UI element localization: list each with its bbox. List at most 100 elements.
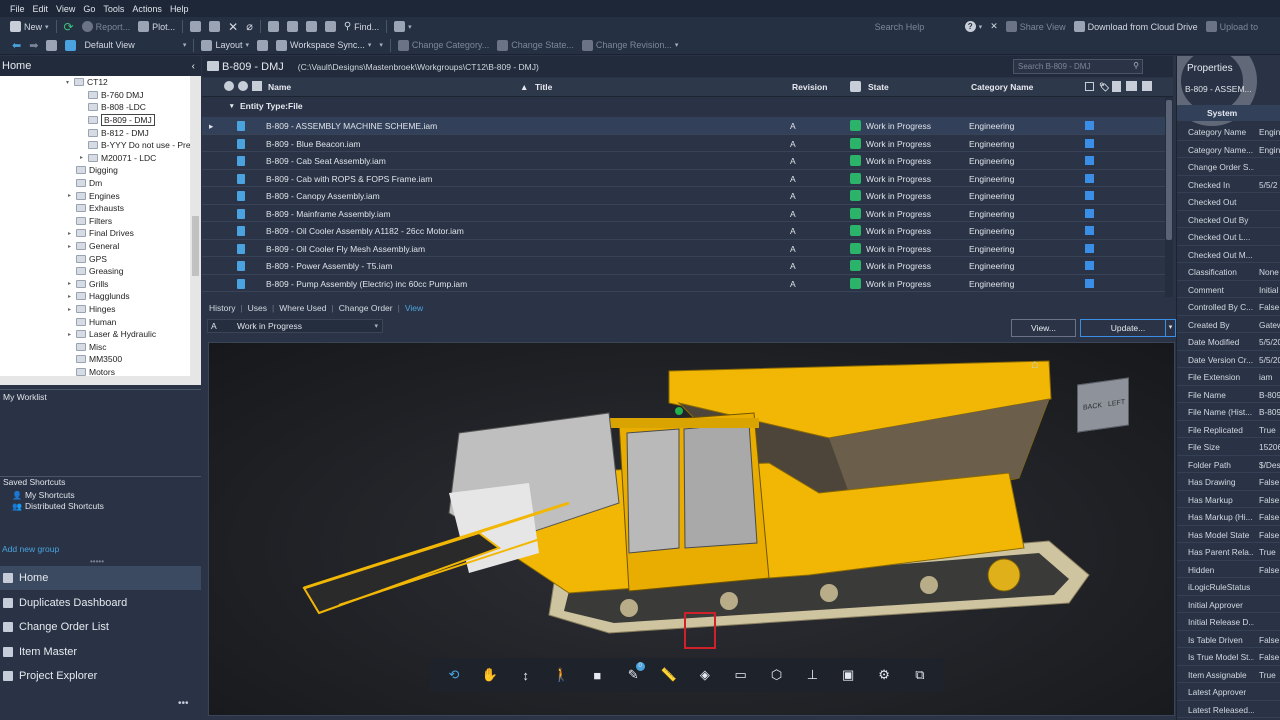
tree-item[interactable]: ▸ Laser & Hydraulic <box>66 328 156 341</box>
model-browser-button[interactable]: ⬡ <box>769 667 784 683</box>
close-search-button[interactable]: ✕ <box>986 21 1002 32</box>
tree-hscrollbar[interactable] <box>0 376 201 385</box>
table-row[interactable]: B-809 - Oil Cooler Assembly A1182 - 26cc… <box>202 222 1165 240</box>
tree-item[interactable]: MM3500 <box>66 353 122 366</box>
section-header[interactable]: System <box>1177 105 1280 121</box>
tree-item[interactable]: Greasing <box>66 265 124 278</box>
nav-project-explorer[interactable]: Project Explorer <box>0 664 201 688</box>
pan-button[interactable]: ✋ <box>482 667 498 683</box>
replace-button[interactable] <box>321 21 340 32</box>
table-row[interactable]: B-809 - Pump Assembly (Electric) inc 60c… <box>202 275 1165 292</box>
tab-view[interactable]: View <box>405 303 423 313</box>
menu-help[interactable]: Help <box>170 4 189 14</box>
change-state-button[interactable]: Change State... <box>493 39 578 51</box>
tree-item[interactable]: ▸ Grills <box>66 278 108 291</box>
chevron-down-icon[interactable]: ▾ <box>1165 320 1175 336</box>
tree-item[interactable]: ▸ Engines <box>66 189 120 202</box>
settings-button[interactable]: ⚙ <box>877 667 892 683</box>
property-row[interactable]: Comment Initial <box>1177 281 1280 298</box>
checkout-button[interactable] <box>205 21 224 32</box>
expand-icon[interactable]: ▸ <box>78 154 85 161</box>
walk-button[interactable]: 🚶 <box>553 667 569 683</box>
nav-duplicates-dashboard[interactable]: Duplicates Dashboard <box>0 591 201 615</box>
default-view-select[interactable]: Default View ▾ <box>80 40 190 50</box>
tree-item[interactable]: B-809 - DMJ <box>78 114 155 127</box>
more-button[interactable]: ▾ <box>375 41 387 49</box>
folder-search-input[interactable]: Search B-809 - DMJ ⚲ <box>1013 59 1143 74</box>
back-button[interactable]: ⬅ <box>8 39 25 52</box>
home-view-icon[interactable]: ⌂ <box>1031 357 1038 371</box>
tree-item[interactable]: ▸ Hagglunds <box>66 290 130 303</box>
revision-selector[interactable]: A Work in Progress ▾ <box>207 319 383 333</box>
column-chooser-icon[interactable] <box>1142 81 1152 91</box>
folder-tree[interactable]: ▾ CT12 B-760 DMJ B-808 -LDC B-809 - DMJ B-812… <box>0 76 190 376</box>
col-title[interactable]: Title <box>535 82 552 92</box>
property-row[interactable]: Has Parent Rela... True <box>1177 543 1280 561</box>
layout-button[interactable]: Layout ▾ <box>197 39 253 51</box>
menu-view[interactable]: View <box>56 4 75 14</box>
property-row[interactable]: Initial Approver <box>1177 596 1280 613</box>
property-row[interactable]: Latest Approver <box>1177 683 1280 701</box>
delete-button[interactable]: ✕ <box>224 20 242 34</box>
item-button[interactable]: ▾ <box>390 21 416 32</box>
menu-file[interactable]: File <box>10 4 25 14</box>
workspace-sync-button[interactable]: Workspace Sync... ▾ <box>272 39 375 51</box>
tab-uses[interactable]: Uses <box>248 303 267 313</box>
property-row[interactable]: Checked Out M... <box>1177 246 1280 263</box>
property-row[interactable]: Is True Model St... False <box>1177 648 1280 666</box>
structure-button[interactable]: ⊥ <box>805 667 820 683</box>
find-button[interactable]: ⚲ Find... <box>340 21 383 32</box>
expand-icon[interactable]: ▸ <box>66 306 73 313</box>
property-row[interactable]: Controlled By C... False <box>1177 298 1280 316</box>
property-row[interactable]: Date Modified 5/5/20 <box>1177 333 1280 351</box>
splitter-grip[interactable]: ••••• <box>90 557 104 566</box>
menu-tools[interactable]: Tools <box>103 4 124 14</box>
expand-icon[interactable]: ▾ <box>64 79 71 86</box>
add-group-link[interactable]: Add new group <box>2 544 59 554</box>
property-row[interactable]: Checked Out L... <box>1177 228 1280 246</box>
table-row[interactable]: B-809 - Mainframe Assembly.iam A Work in P… <box>202 205 1165 222</box>
property-row[interactable]: Checked Out By <box>1177 211 1280 228</box>
tree-item[interactable]: Motors <box>66 366 115 376</box>
menu-actions[interactable]: Actions <box>132 4 162 14</box>
property-row[interactable]: Item Assignable True <box>1177 666 1280 683</box>
tree-item[interactable]: Filters <box>66 215 112 228</box>
row-checkbox[interactable] <box>1085 226 1094 235</box>
plot-button[interactable]: Plot... <box>134 21 179 32</box>
table-row[interactable]: ▸ B-809 - ASSEMBLY MACHINE SCHEME.iam A Wor… <box>202 117 1165 135</box>
property-row[interactable]: Has Model State False <box>1177 526 1280 543</box>
property-row[interactable]: Folder Path $/Des <box>1177 456 1280 473</box>
tree-item[interactable]: ▸ Hinges <box>66 303 115 316</box>
attach-button[interactable]: ⌀ <box>242 20 257 33</box>
table-row[interactable]: B-809 - Blue Beacon.iam A Work in Progress… <box>202 135 1165 152</box>
tab-history[interactable]: History <box>209 303 235 313</box>
distributed-shortcuts[interactable]: 👥 Distributed Shortcuts <box>12 501 104 511</box>
update-button[interactable]: Update... ▾ <box>1080 319 1176 337</box>
expand-icon[interactable]: ▸ <box>66 192 73 199</box>
row-checkbox[interactable] <box>1085 173 1094 183</box>
forward-button[interactable]: ➡ <box>25 39 42 52</box>
properties-button[interactable]: ▣ <box>841 667 856 683</box>
row-checkbox[interactable] <box>1085 138 1094 148</box>
row-checkbox[interactable] <box>1085 278 1094 288</box>
camera-button[interactable]: ■ <box>590 668 605 683</box>
view-cube[interactable]: BACK LEFT <box>1077 377 1129 433</box>
tree-item[interactable]: ▾ CT12 <box>64 76 108 89</box>
measure-button[interactable]: 📏 <box>661 667 677 683</box>
nav-home[interactable]: Home <box>0 566 201 590</box>
scroll-thumb[interactable] <box>192 216 199 276</box>
nav-item-master[interactable]: Item Master <box>0 640 201 664</box>
download-cloud-button[interactable]: Download from Cloud Drive <box>1070 21 1202 32</box>
tools-button[interactable] <box>253 39 272 51</box>
table-row[interactable]: B-809 - Oil Cooler Fly Mesh Assembly.iam… <box>202 240 1165 257</box>
expand-icon[interactable]: ▸ <box>66 331 73 338</box>
upload-cloud-button[interactable]: Upload to <box>1202 21 1263 32</box>
property-row[interactable]: Is Table Driven False <box>1177 631 1280 648</box>
zoom-button[interactable]: ↕ <box>518 668 533 683</box>
view-button[interactable]: View... <box>1011 319 1076 337</box>
tree-item[interactable]: Digging <box>66 164 118 177</box>
help-button[interactable]: ? ▾ <box>961 21 987 32</box>
tab-change-order[interactable]: Change Order <box>339 303 393 313</box>
property-row[interactable]: Category Name Engin <box>1177 123 1280 141</box>
tree-item[interactable]: ▸ Final Drives <box>66 227 134 240</box>
